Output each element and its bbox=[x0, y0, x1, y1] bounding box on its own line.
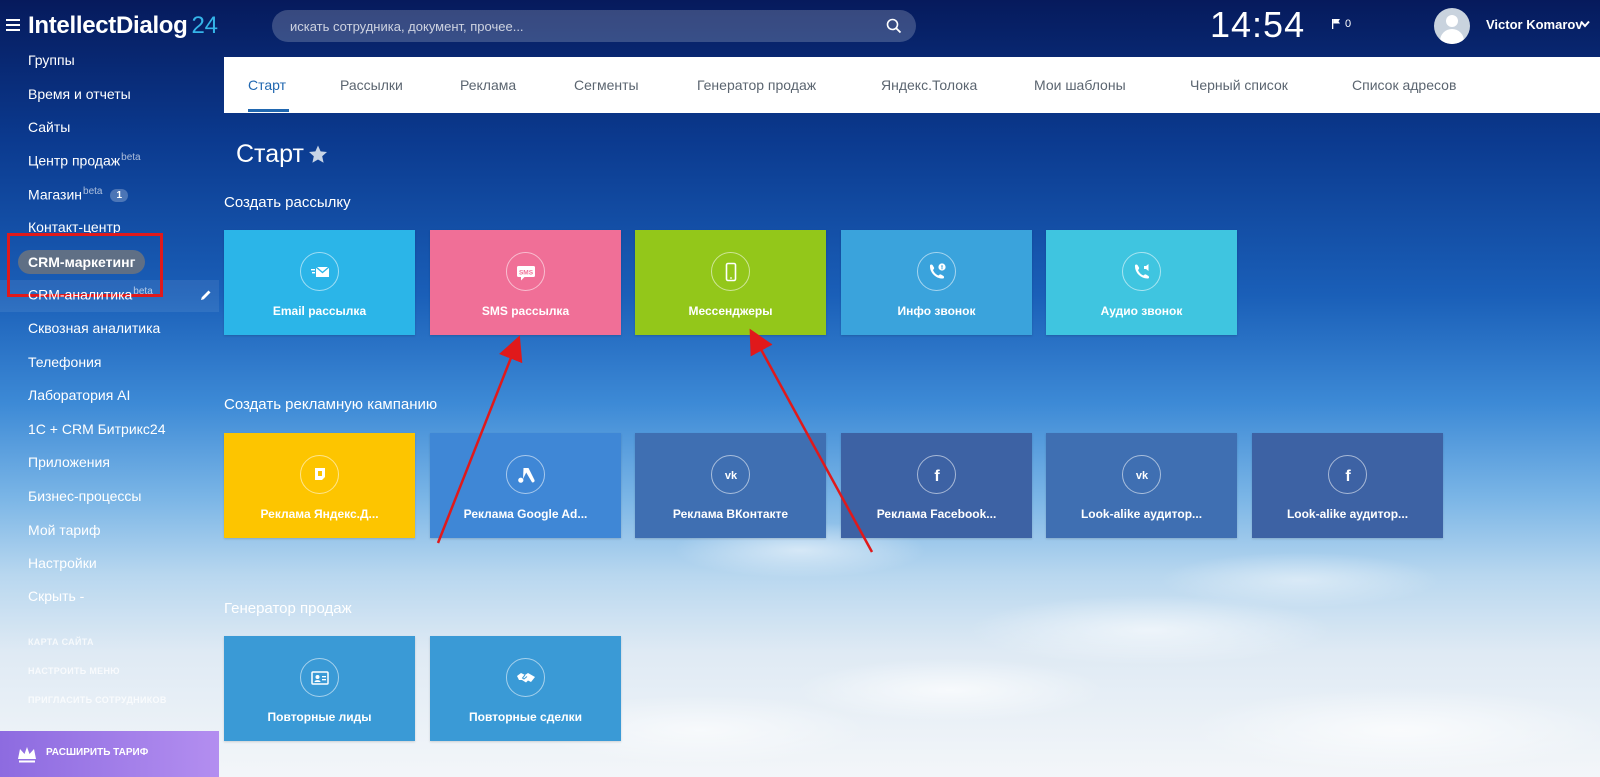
chevron-down-icon[interactable] bbox=[1580, 20, 1590, 28]
flag-icon bbox=[1332, 19, 1340, 29]
upgrade-plan-label: РАСШИРИТЬ ТАРИФ bbox=[46, 747, 149, 758]
leads-icon bbox=[310, 670, 329, 685]
app-logo[interactable]: IntellectDialog 24 bbox=[28, 12, 218, 40]
sidebar-item-business-processes[interactable]: Бизнес-процессы bbox=[28, 488, 141, 504]
sidebar-item-sales-center[interactable]: Центр продажbeta bbox=[28, 152, 141, 169]
section-title-sales-generator: Генератор продаж bbox=[224, 600, 352, 617]
sidebar-item-1c-crm[interactable]: 1С + CRM Битрикс24 bbox=[28, 421, 166, 437]
tab-segments[interactable]: Сегменты bbox=[574, 77, 639, 93]
upgrade-plan-button[interactable]: РАСШИРИТЬ ТАРИФ bbox=[0, 731, 219, 777]
audio-call-icon bbox=[1134, 263, 1149, 279]
beta-label: beta bbox=[83, 186, 103, 197]
sidebar-item-telephony[interactable]: Телефония bbox=[28, 354, 101, 370]
page-title: Старт bbox=[236, 140, 304, 168]
tab-ads[interactable]: Реклама bbox=[460, 77, 516, 93]
tile-label: Реклама Facebook... bbox=[876, 507, 997, 521]
sidebar: Группы Время и отчеты Сайты Центр продаж… bbox=[0, 52, 219, 777]
svg-text:f: f bbox=[934, 468, 940, 485]
pencil-icon[interactable] bbox=[200, 289, 212, 301]
tile-label: Повторные сделки bbox=[468, 710, 583, 724]
facebook-icon: f bbox=[1345, 468, 1351, 485]
email-icon bbox=[310, 265, 329, 277]
sidebar-item-crm-analytics[interactable]: CRM-аналитикаbeta bbox=[28, 286, 153, 303]
svg-text:vk: vk bbox=[724, 470, 737, 482]
sidebar-item-sites[interactable]: Сайты bbox=[28, 119, 70, 135]
clock[interactable]: 14:54 bbox=[1210, 4, 1305, 46]
avatar[interactable] bbox=[1434, 8, 1470, 44]
tile-label: Мессенджеры bbox=[688, 304, 773, 318]
sidebar-item-time-reports[interactable]: Время и отчеты bbox=[28, 86, 131, 102]
tile-label: Реклама ВКонтакте bbox=[672, 507, 789, 521]
flag-counter[interactable]: 0 bbox=[1332, 18, 1351, 30]
tile-repeat-deals[interactable]: Повторные сделки bbox=[430, 636, 621, 741]
tile-label: Look-alike аудитор... bbox=[1286, 507, 1409, 521]
flag-count: 0 bbox=[1345, 18, 1352, 30]
configure-menu-link[interactable]: НАСТРОИТЬ МЕНЮ bbox=[28, 666, 120, 676]
vk-icon: vk bbox=[1135, 470, 1148, 482]
phone-icon bbox=[725, 262, 736, 281]
tile-label: Look-alike аудитор... bbox=[1080, 507, 1203, 521]
svg-text:SMS: SMS bbox=[518, 269, 533, 276]
sidebar-item-groups[interactable]: Группы bbox=[28, 52, 75, 68]
user-name[interactable]: Victor Komarov bbox=[1486, 17, 1583, 32]
sidebar-item-shop[interactable]: Магазинbeta 1 bbox=[28, 186, 129, 203]
top-bar: IntellectDialog24 14:54 0 Victor Komarov bbox=[0, 0, 1600, 52]
section-title-create-ad-campaign: Создать рекламную кампанию bbox=[224, 396, 438, 413]
sidebar-item-settings[interactable]: Настройки bbox=[28, 555, 97, 571]
crown-icon bbox=[18, 747, 36, 763]
tile-label: Инфо звонок bbox=[897, 304, 976, 318]
tile-label: Повторные лиды bbox=[267, 710, 372, 724]
tile-label: Реклама Яндекс.Д... bbox=[260, 507, 379, 521]
svg-text:vk: vk bbox=[1135, 470, 1148, 482]
tile-label: Email рассылка bbox=[272, 304, 367, 318]
tile-facebook-ads[interactable]: f Реклама Facebook... bbox=[841, 433, 1032, 538]
tab-blacklist[interactable]: Черный список bbox=[1190, 77, 1288, 93]
search-input[interactable] bbox=[272, 10, 916, 42]
sitemap-link[interactable]: КАРТА САЙТА bbox=[28, 637, 94, 647]
beta-label: beta bbox=[121, 152, 141, 163]
svg-text:f: f bbox=[1345, 468, 1351, 485]
tile-sms-mailing[interactable]: SMS SMS рассылка bbox=[430, 230, 621, 335]
tile-yandex-direct[interactable]: Реклама Яндекс.Д... bbox=[224, 433, 415, 538]
tabs-bar: Старт Рассылки Реклама Сегменты Генерато… bbox=[224, 57, 1600, 113]
tab-my-templates[interactable]: Мои шаблоны bbox=[1034, 77, 1126, 93]
sidebar-item-apps[interactable]: Приложения bbox=[28, 454, 110, 470]
tab-mailings[interactable]: Рассылки bbox=[340, 77, 403, 93]
sidebar-item-ai-lab[interactable]: Лаборатория AI bbox=[28, 387, 130, 403]
tile-label: Аудио звонок bbox=[1100, 304, 1183, 318]
tab-start[interactable]: Старт bbox=[248, 77, 286, 93]
hamburger-menu-icon[interactable] bbox=[6, 19, 20, 31]
sidebar-item-end-to-end-analytics[interactable]: Сквозная аналитика bbox=[28, 320, 160, 336]
sms-icon: SMS bbox=[516, 265, 535, 280]
section-title-create-mailing: Создать рассылку bbox=[224, 194, 351, 211]
tile-label: SMS рассылка bbox=[481, 304, 570, 318]
invite-employees-link[interactable]: ПРИГЛАСИТЬ СОТРУДНИКОВ bbox=[28, 695, 167, 705]
handshake-icon bbox=[516, 672, 535, 682]
tile-lookalike-vk[interactable]: vk Look-alike аудитор... bbox=[1046, 433, 1237, 538]
tab-sales-generator[interactable]: Генератор продаж bbox=[697, 77, 816, 93]
tile-label: Реклама Google Ad... bbox=[463, 507, 588, 521]
beta-label: beta bbox=[133, 286, 153, 297]
google-ads-icon bbox=[517, 467, 535, 483]
tab-yandex-toloka[interactable]: Яндекс.Толока bbox=[881, 77, 977, 93]
yandex-direct-icon bbox=[314, 467, 325, 480]
tile-audio-call[interactable]: Аудио звонок bbox=[1046, 230, 1237, 335]
tile-lookalike-facebook[interactable]: f Look-alike аудитор... bbox=[1252, 433, 1443, 538]
tile-google-ads[interactable]: Реклама Google Ad... bbox=[430, 433, 621, 538]
count-badge: 1 bbox=[110, 188, 129, 202]
search-icon[interactable] bbox=[886, 18, 902, 34]
tile-messengers[interactable]: Мессенджеры bbox=[635, 230, 826, 335]
sidebar-item-my-plan[interactable]: Мой тариф bbox=[28, 522, 100, 538]
star-icon[interactable] bbox=[308, 145, 328, 164]
tile-repeat-leads[interactable]: Повторные лиды bbox=[224, 636, 415, 741]
vk-icon: vk bbox=[724, 470, 737, 482]
facebook-icon: f bbox=[934, 468, 940, 485]
tile-email-mailing[interactable]: Email рассылка bbox=[224, 230, 415, 335]
sidebar-item-hide[interactable]: Скрыть - bbox=[28, 588, 84, 604]
tab-address-list[interactable]: Список адресов bbox=[1352, 77, 1456, 93]
active-tab-indicator bbox=[248, 109, 289, 112]
tile-vkontakte-ads[interactable]: vk Реклама ВКонтакте bbox=[635, 433, 826, 538]
info-call-icon bbox=[929, 262, 946, 279]
tile-info-call[interactable]: Инфо звонок bbox=[841, 230, 1032, 335]
